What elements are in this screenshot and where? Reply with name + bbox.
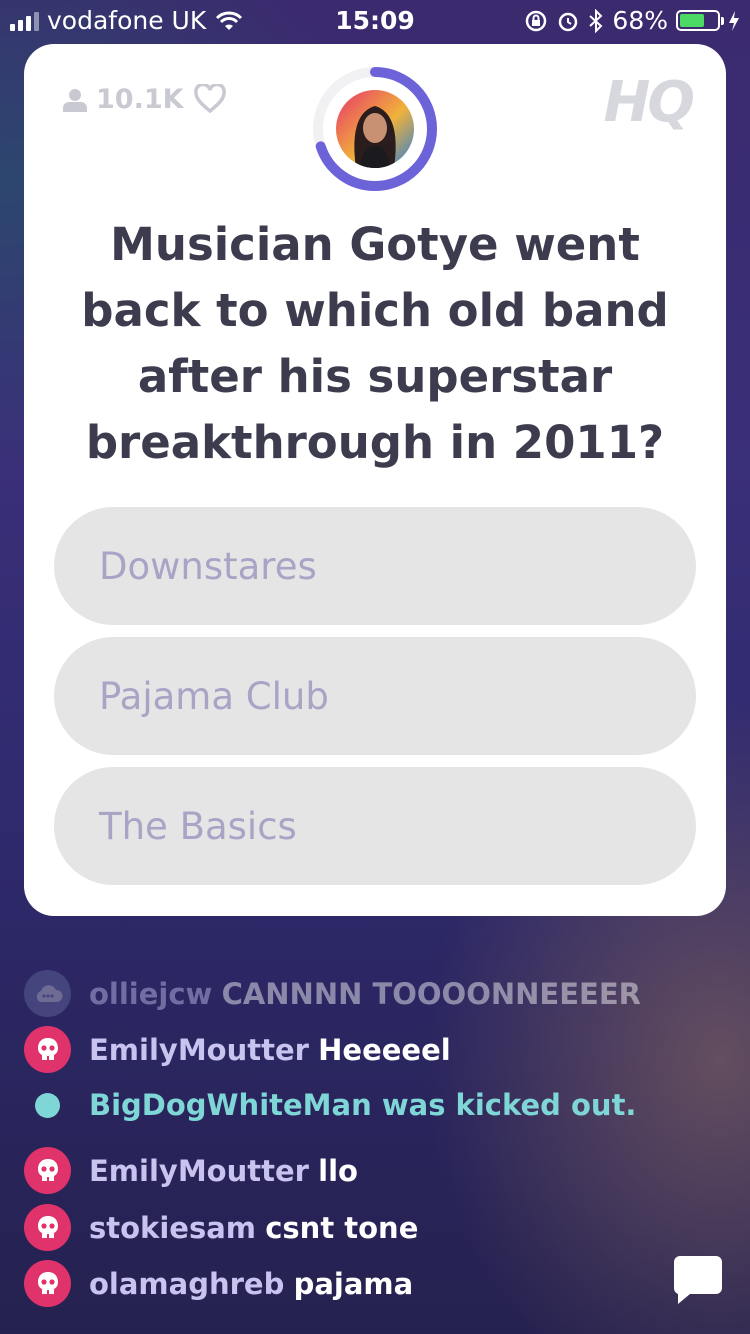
battery-level xyxy=(680,14,705,27)
chat-system-message: BigDogWhiteMan was kicked out. xyxy=(24,1088,636,1122)
chat-text: csnt tone xyxy=(265,1210,419,1245)
skull-icon xyxy=(24,1260,71,1307)
chat-message: stokiesam csnt tone xyxy=(24,1204,418,1251)
viewer-count-label: 10.1K xyxy=(96,84,184,115)
skull-icon xyxy=(24,1026,71,1073)
chat-text: pajama xyxy=(293,1266,414,1301)
chat-username: olamaghreb xyxy=(89,1266,285,1301)
answer-option-3[interactable]: The Basics xyxy=(54,767,696,885)
cloud-avatar-icon xyxy=(24,970,71,1017)
viewer-count: 10.1K xyxy=(62,84,184,115)
countdown-timer xyxy=(312,66,438,192)
chat-username: EmilyMoutter xyxy=(89,1032,309,1067)
chat-message: olamaghreb pajama xyxy=(24,1260,413,1307)
status-right: 68% xyxy=(524,6,740,35)
charging-icon xyxy=(729,10,739,31)
skull-icon xyxy=(24,1147,71,1194)
chat-username: olliejcw xyxy=(89,976,213,1011)
chat-text: CANNNN TOOOONNEEEER xyxy=(221,976,641,1011)
chat-username: stokiesam xyxy=(89,1210,256,1245)
host-avatar xyxy=(336,90,414,168)
chat-message: EmilyMoutter llo xyxy=(24,1147,358,1194)
hq-logo: HQ xyxy=(603,70,696,135)
chat-message: olliejcw CANNNN TOOOONNEEEER xyxy=(24,970,641,1017)
kicked-notice: BigDogWhiteMan was kicked out. xyxy=(89,1088,637,1122)
skull-icon xyxy=(24,1204,71,1251)
person-icon xyxy=(63,88,87,112)
heart-icon[interactable] xyxy=(194,84,226,114)
battery-icon xyxy=(676,10,724,31)
question-card: 10.1K HQ Musician Gotye went back to whi… xyxy=(24,44,726,916)
bluetooth-icon xyxy=(589,8,603,33)
status-bar: vodafone UK 15:09 68% xyxy=(0,0,750,40)
chat-text: Heeeeel xyxy=(318,1032,451,1067)
chat-message: EmilyMoutter Heeeeel xyxy=(24,1026,451,1073)
alarm-icon xyxy=(559,12,578,31)
answer-option-1[interactable]: Downstares xyxy=(54,507,696,625)
battery-percent: 68% xyxy=(612,6,668,35)
question-text: Musician Gotye went back to which old ba… xyxy=(81,218,669,469)
rotation-lock-icon xyxy=(526,10,547,31)
system-dot-icon xyxy=(35,1092,60,1118)
chat-username: EmilyMoutter xyxy=(89,1153,309,1188)
chat-bubble-icon[interactable] xyxy=(672,1254,724,1306)
answer-option-2[interactable]: Pajama Club xyxy=(54,637,696,755)
chat-text: llo xyxy=(318,1153,358,1188)
